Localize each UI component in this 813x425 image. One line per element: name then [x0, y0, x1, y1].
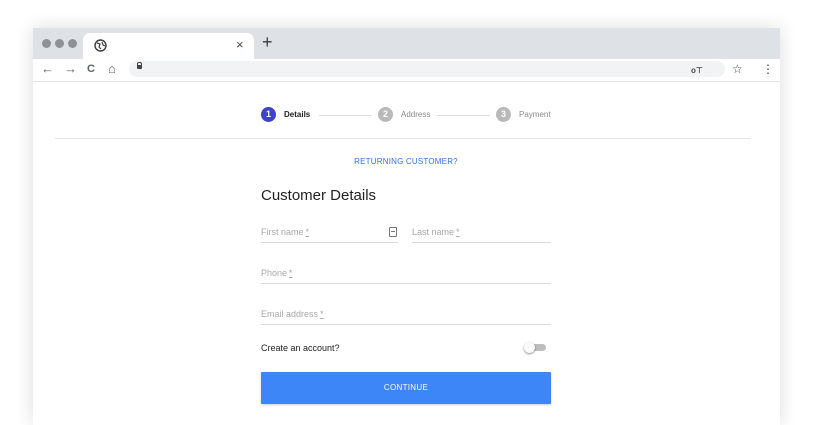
- divider: [55, 138, 751, 139]
- phone-placeholder: Phone: [261, 268, 288, 278]
- step-1-circle[interactable]: 1: [261, 107, 276, 122]
- step-connector: [437, 115, 490, 116]
- required-marker: *: [456, 227, 460, 237]
- toggle-knob: [524, 342, 535, 353]
- create-account-label: Create an account?: [261, 343, 340, 353]
- contact-card-icon[interactable]: [389, 227, 397, 237]
- maximize-window-dot[interactable]: [68, 39, 77, 48]
- first-name-field[interactable]: First name *: [261, 226, 398, 243]
- continue-button[interactable]: CONTINUE: [261, 372, 551, 404]
- lock-icon: [137, 62, 142, 69]
- minimize-window-dot[interactable]: [55, 39, 64, 48]
- globe-icon: [94, 39, 107, 52]
- browser-tab[interactable]: ×: [83, 33, 254, 59]
- key-icon[interactable]: o⊤: [691, 64, 703, 78]
- step-connector: [319, 115, 372, 116]
- step-3-circle[interactable]: 3: [496, 107, 511, 122]
- bookmark-star-icon[interactable]: ☆: [732, 62, 743, 76]
- home-icon[interactable]: ⌂: [108, 62, 116, 76]
- step-2-circle[interactable]: 2: [378, 107, 393, 122]
- email-placeholder: Email address: [261, 309, 319, 319]
- required-marker: *: [289, 268, 293, 278]
- checkout-stepper: 1 Details 2 Address 3 Payment: [33, 105, 780, 125]
- browser-toolbar: ← → C ⌂ o⊤ ☆ ⋮: [33, 59, 780, 82]
- reload-icon[interactable]: C: [87, 62, 95, 76]
- create-account-toggle[interactable]: [524, 342, 546, 353]
- browser-menu-icon[interactable]: ⋮: [762, 62, 774, 76]
- last-name-placeholder: Last name: [412, 227, 455, 237]
- email-field[interactable]: Email address *: [261, 308, 551, 325]
- close-window-dot[interactable]: [42, 39, 51, 48]
- step-2-label[interactable]: Address: [401, 109, 430, 120]
- step-1-label[interactable]: Details: [284, 109, 310, 120]
- step-3-label[interactable]: Payment: [519, 109, 551, 120]
- required-marker: *: [320, 309, 324, 319]
- address-bar[interactable]: [129, 61, 725, 77]
- tab-bar: × +: [33, 28, 780, 59]
- required-marker: *: [305, 227, 310, 237]
- first-name-placeholder: First name: [261, 227, 304, 237]
- returning-customer-link[interactable]: RETURNING CUSTOMER?: [261, 157, 551, 166]
- tab-close-icon[interactable]: ×: [236, 37, 244, 53]
- browser-window: × + ← → C ⌂ o⊤ ☆ ⋮ 1 Details 2 Address 3…: [33, 28, 780, 425]
- new-tab-icon[interactable]: +: [262, 33, 273, 51]
- last-name-field[interactable]: Last name *: [412, 226, 551, 243]
- page-title: Customer Details: [261, 187, 377, 204]
- back-icon[interactable]: ←: [41, 62, 54, 76]
- forward-icon[interactable]: →: [64, 62, 77, 76]
- phone-field[interactable]: Phone *: [261, 267, 551, 284]
